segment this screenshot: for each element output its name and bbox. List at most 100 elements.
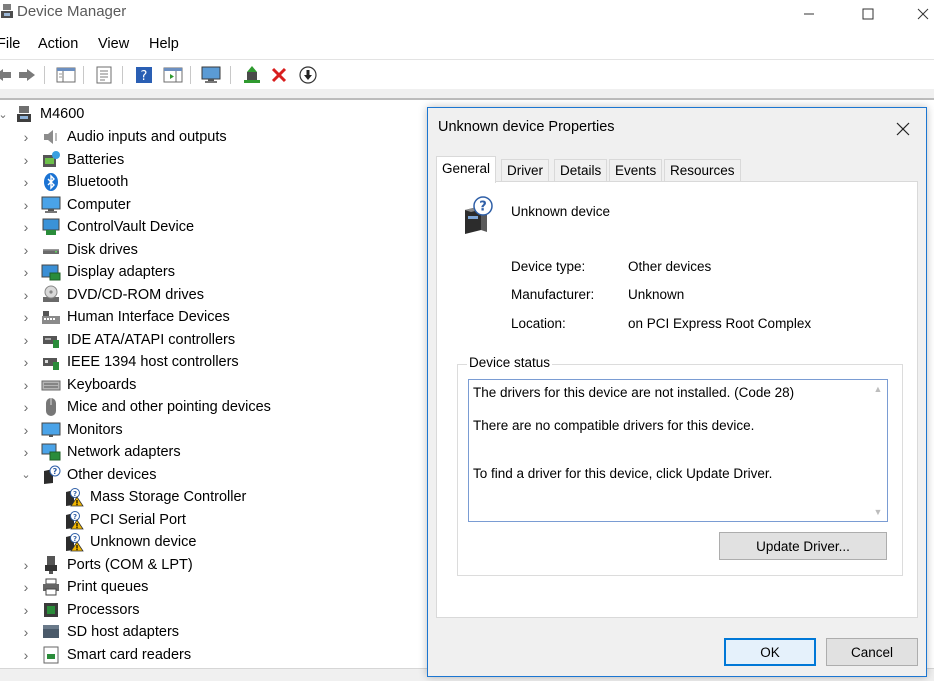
tree-category[interactable]: › Smart card readers — [21, 644, 191, 666]
chevron-right-icon[interactable]: › — [21, 554, 31, 576]
bluetooth-icon — [41, 172, 61, 192]
tree-item-label: Mass Storage Controller — [90, 489, 247, 505]
other-devices-icon: ? — [41, 465, 61, 485]
disk-drive-icon — [41, 240, 61, 260]
svg-text:?: ? — [53, 467, 58, 476]
tree-category[interactable]: › Disk drives — [21, 239, 138, 261]
tree-category[interactable]: › Human Interface Devices — [21, 306, 230, 328]
tree-category[interactable]: › Network adapters — [21, 441, 181, 463]
chevron-right-icon[interactable]: › — [21, 329, 31, 351]
chevron-right-icon[interactable]: › — [21, 351, 31, 373]
tree-category[interactable]: › IDE ATA/ATAPI controllers — [21, 329, 235, 351]
minimize-button[interactable] — [786, 0, 832, 28]
tree-category[interactable]: › Processors — [21, 599, 140, 621]
tree-root[interactable]: ⌄ M4600 — [0, 103, 84, 125]
cancel-button[interactable]: Cancel — [826, 638, 918, 666]
chevron-right-icon[interactable]: › — [21, 306, 31, 328]
tree-category[interactable]: › SD host adapters — [21, 621, 179, 643]
chevron-right-icon[interactable]: › — [21, 194, 31, 216]
chevron-down-icon[interactable]: ⌄ — [0, 103, 8, 125]
scroll-up-arrow-icon[interactable]: ▲ — [873, 384, 883, 394]
help-icon[interactable]: ? — [133, 64, 155, 86]
menu-file[interactable]: File — [0, 36, 20, 52]
manufacturer-label: Manufacturer: — [511, 287, 595, 302]
show-hide-console-tree-icon[interactable] — [55, 64, 77, 86]
chevron-right-icon[interactable]: › — [21, 284, 31, 306]
device-type-value: Other devices — [628, 259, 712, 274]
chevron-right-icon[interactable]: › — [21, 396, 31, 418]
action-pane-icon[interactable] — [162, 64, 184, 86]
close-window-button[interactable] — [900, 0, 934, 28]
chevron-right-icon[interactable]: › — [21, 374, 31, 396]
tab-driver[interactable]: Driver — [501, 159, 549, 182]
ok-button[interactable]: OK — [724, 638, 816, 666]
tab-general[interactable]: General — [436, 156, 497, 183]
tree-category[interactable]: › Keyboards — [21, 374, 137, 396]
tree-category[interactable]: › DVD/CD-ROM drives — [21, 284, 204, 306]
status-line-instruction: To find a driver for this device, click … — [473, 466, 773, 481]
tree-child-item[interactable]: ? Unknown device — [64, 531, 196, 553]
tree-category[interactable]: ⌄? Other devices — [21, 464, 156, 486]
forward-icon[interactable] — [16, 64, 38, 86]
tree-item-label: Display adapters — [67, 264, 175, 280]
tree-category[interactable]: › Ports (COM & LPT) — [21, 554, 193, 576]
computer-icon — [41, 195, 61, 215]
chevron-right-icon[interactable]: › — [21, 149, 31, 171]
keyboard-icon — [41, 375, 61, 395]
chevron-right-icon[interactable]: › — [21, 126, 31, 148]
tree-category[interactable]: › IEEE 1394 host controllers — [21, 351, 239, 373]
properties-icon[interactable] — [93, 64, 115, 86]
update-driver-icon[interactable] — [241, 64, 263, 86]
menu-help[interactable]: Help — [149, 36, 179, 52]
tree-category[interactable]: › ControlVault Device — [21, 216, 194, 238]
uninstall-icon[interactable] — [268, 64, 290, 86]
chevron-right-icon[interactable]: › — [21, 239, 31, 261]
location-value: on PCI Express Root Complex — [628, 316, 812, 331]
update-driver-button[interactable]: Update Driver... — [719, 532, 887, 560]
processor-icon — [41, 600, 61, 620]
device-status-legend: Device status — [467, 355, 553, 370]
tree-child-item[interactable]: ? Mass Storage Controller — [64, 486, 246, 508]
scroll-down-arrow-icon[interactable]: ▼ — [873, 507, 883, 517]
tree-item-label: DVD/CD-ROM drives — [67, 286, 204, 303]
tree-item-label: Ports (COM & LPT) — [67, 556, 193, 573]
chevron-right-icon[interactable]: › — [21, 621, 31, 643]
svg-text:?: ? — [73, 490, 77, 498]
tree-category[interactable]: › Computer — [21, 194, 131, 216]
toolbar-separator — [190, 66, 191, 84]
tree-category[interactable]: › Monitors — [21, 419, 123, 441]
tree-category[interactable]: › Display adapters — [21, 261, 175, 283]
tree-item-label: IEEE 1394 host controllers — [67, 354, 239, 370]
chevron-right-icon[interactable]: › — [21, 599, 31, 621]
chevron-right-icon[interactable]: › — [21, 419, 31, 441]
chevron-right-icon[interactable]: › — [21, 261, 31, 283]
computer-monitor-icon[interactable] — [200, 64, 222, 86]
toolbar: ? — [0, 59, 934, 89]
window-title: Device Manager — [17, 3, 127, 20]
tree-category[interactable]: › Audio inputs and outputs — [21, 126, 227, 148]
maximize-button[interactable] — [845, 0, 891, 28]
back-icon[interactable] — [0, 64, 14, 86]
device-status-textbox[interactable]: The drivers for this device are not inst… — [468, 379, 888, 522]
chevron-right-icon[interactable]: › — [21, 644, 31, 666]
smartcard-icon — [41, 645, 61, 665]
tab-events[interactable]: Events — [609, 159, 663, 182]
dialog-close-button[interactable] — [888, 116, 918, 142]
chevron-right-icon[interactable]: › — [21, 171, 31, 193]
download-icon[interactable] — [297, 64, 319, 86]
chevron-right-icon[interactable]: › — [21, 216, 31, 238]
chevron-right-icon[interactable]: › — [21, 441, 31, 463]
chevron-right-icon[interactable]: › — [21, 576, 31, 598]
tab-resources[interactable]: Resources — [664, 159, 741, 182]
toolbar-separator — [44, 66, 45, 84]
tree-category[interactable]: › Bluetooth — [21, 171, 128, 193]
tree-child-item[interactable]: ? PCI Serial Port — [64, 509, 186, 531]
menu-action[interactable]: Action — [38, 36, 78, 52]
tree-category[interactable]: › Batteries — [21, 149, 124, 171]
menu-view[interactable]: View — [98, 36, 129, 52]
tab-details[interactable]: Details — [554, 159, 608, 182]
tree-category[interactable]: › Print queues — [21, 576, 148, 598]
title-bar: Device Manager — [0, 0, 934, 28]
chevron-down-icon[interactable]: ⌄ — [21, 464, 31, 486]
tree-category[interactable]: › Mice and other pointing devices — [21, 396, 271, 418]
